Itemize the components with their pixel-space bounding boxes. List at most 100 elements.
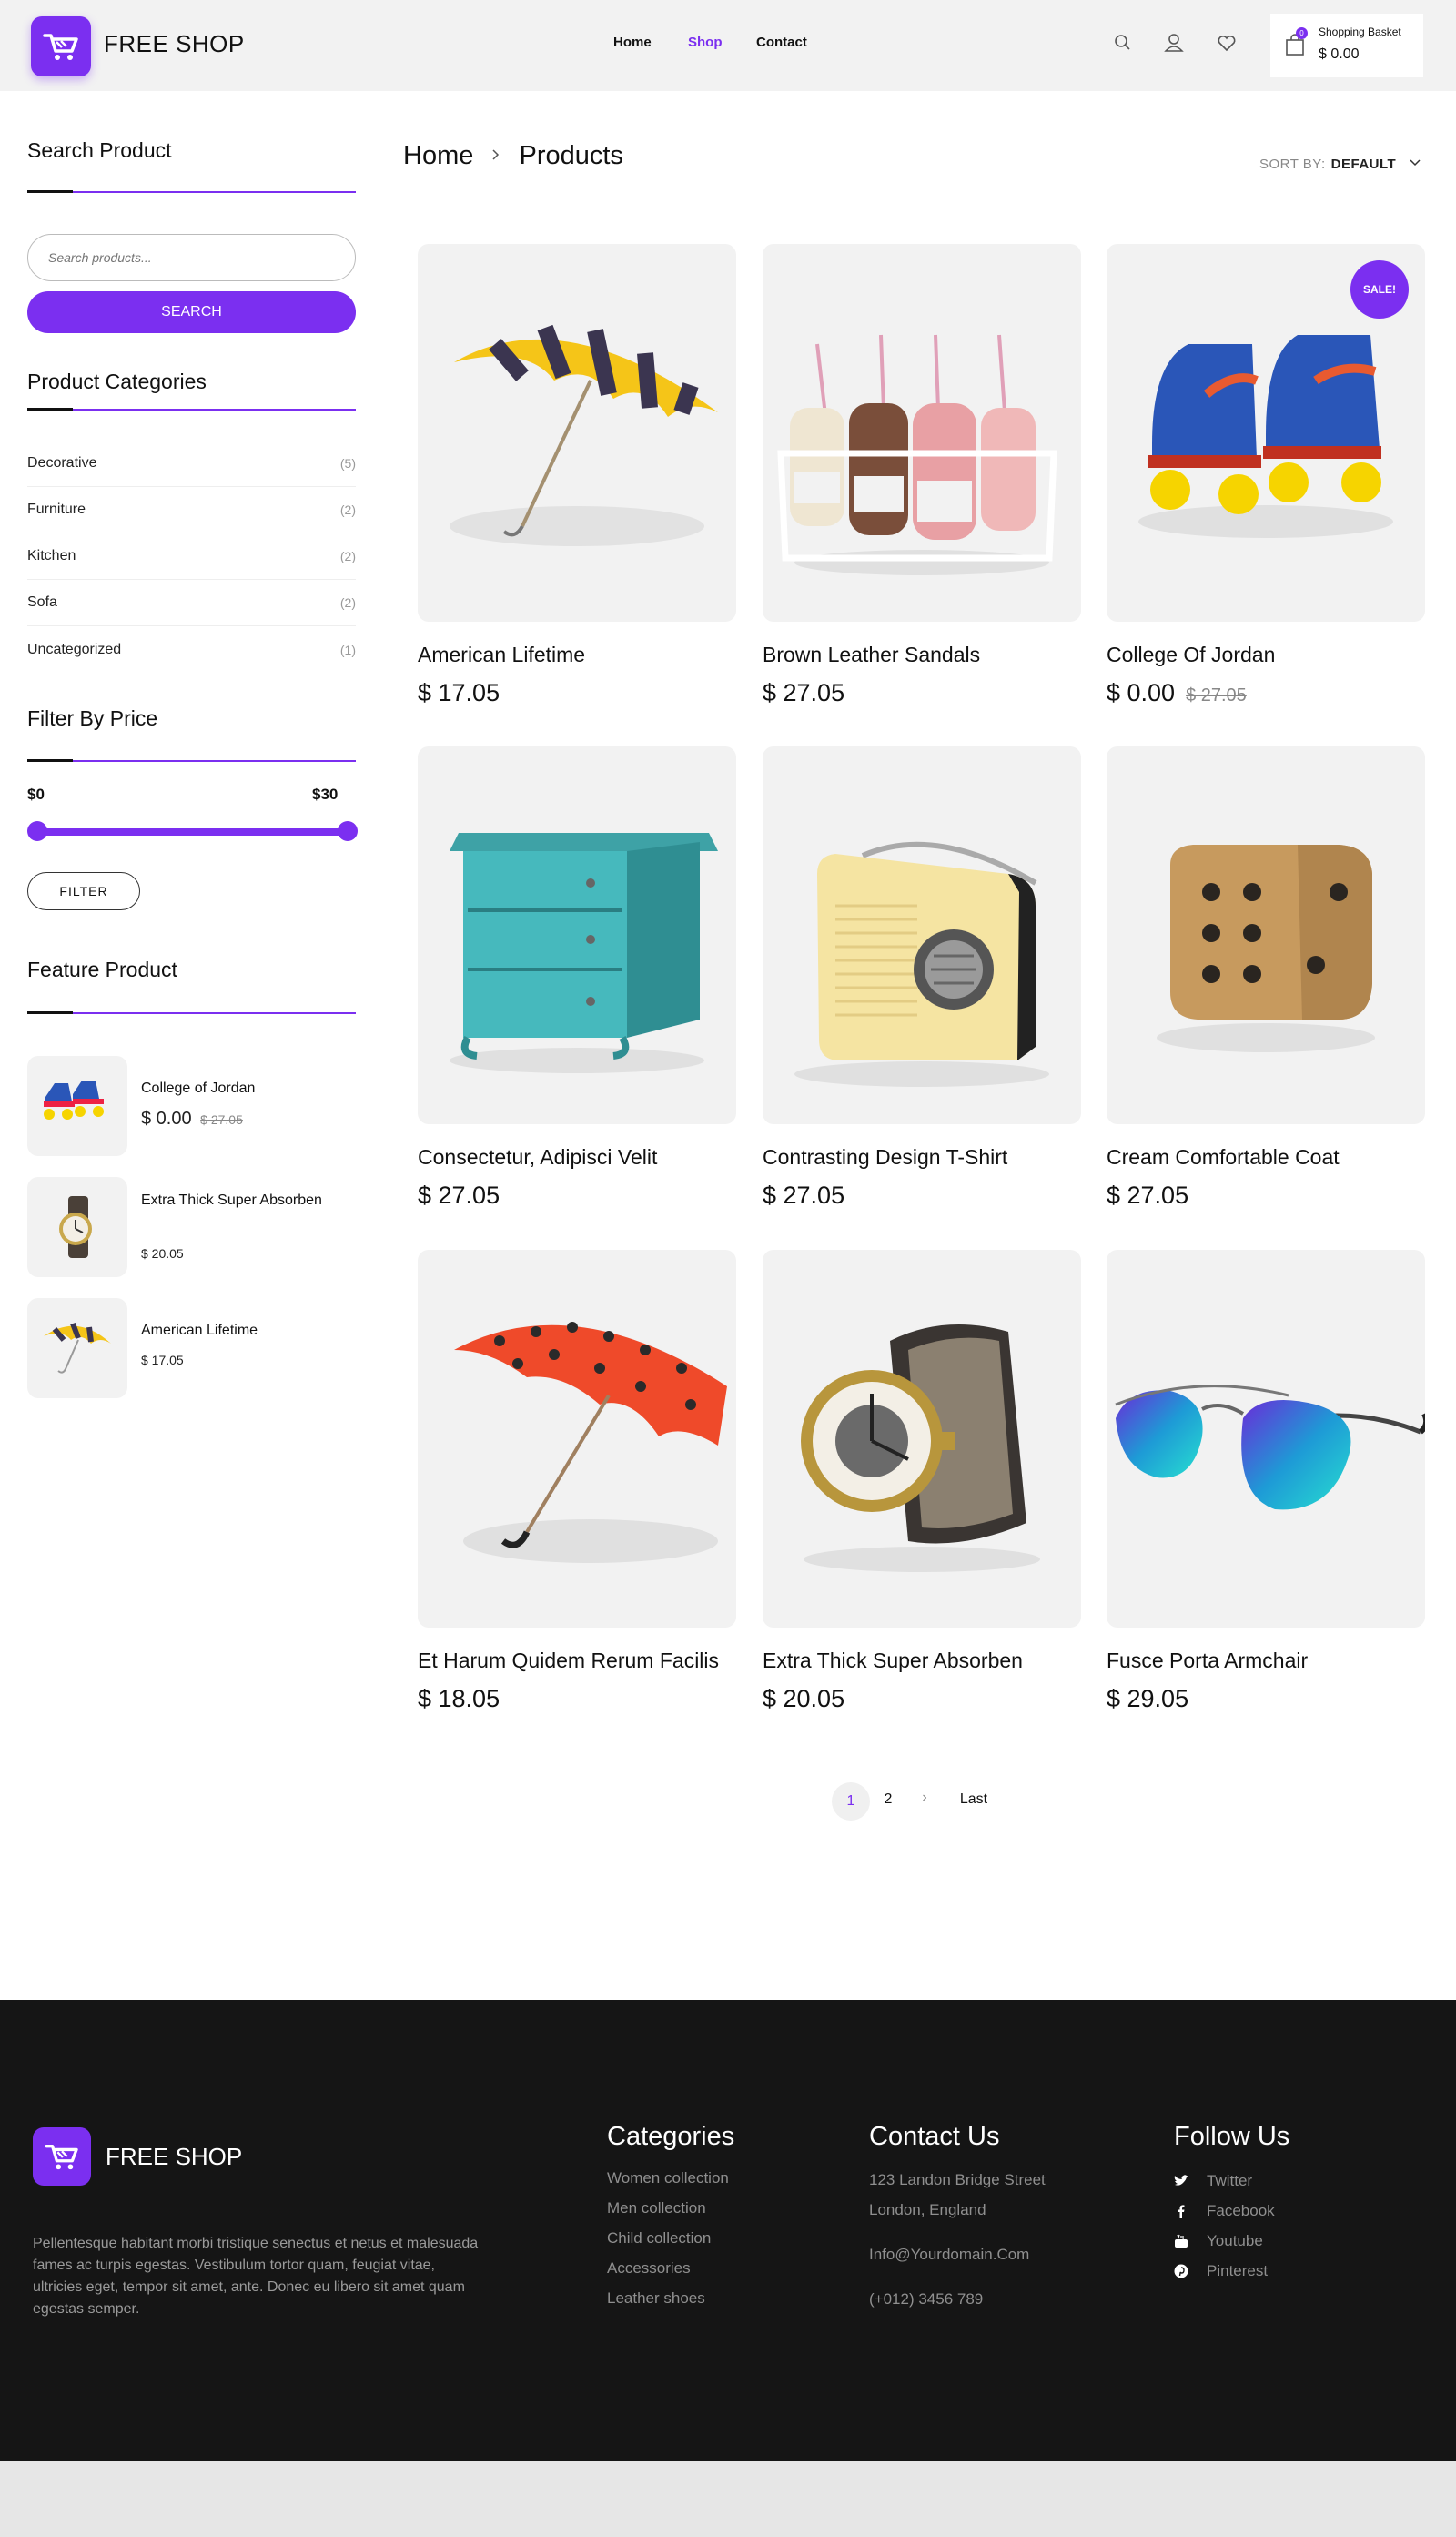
category-item[interactable]: Sofa (2)	[27, 580, 356, 626]
category-item[interactable]: Uncategorized (1)	[27, 626, 356, 673]
roller-skates-image	[44, 1081, 104, 1120]
category-name: Sofa	[27, 594, 57, 610]
umbrella-image	[44, 1322, 111, 1374]
featured-name[interactable]: American Lifetime	[141, 1318, 323, 1343]
filter-button[interactable]: FILTER	[27, 872, 140, 910]
breadcrumb: Home Products	[403, 141, 623, 171]
social-label: Facebook	[1207, 2201, 1275, 2219]
category-name: Kitchen	[27, 548, 76, 563]
footer-category-link[interactable]: Women collection	[607, 2169, 729, 2199]
featured-thumbnail[interactable]	[27, 1298, 127, 1398]
product-image[interactable]	[1107, 746, 1425, 1124]
price-slider-max-handle[interactable]	[338, 821, 358, 841]
product-name[interactable]: Cream Comfortable Coat	[1107, 1145, 1340, 1170]
social-label: Pinterest	[1207, 2261, 1269, 2279]
category-list: Decorative (5) Furniture (2) Kitchen (2) So…	[27, 441, 356, 673]
featured-name[interactable]: College of Jordan	[141, 1076, 323, 1101]
footer-category-link[interactable]: Men collection	[607, 2199, 729, 2229]
category-item[interactable]: Furniture (2)	[27, 487, 356, 533]
wrist-watch-image	[801, 1324, 1040, 1572]
product-price: $ 27.05	[418, 1182, 500, 1209]
breadcrumb-current: Products	[519, 141, 623, 170]
featured-name[interactable]: Extra Thick Super Absorben	[141, 1188, 323, 1213]
product-image[interactable]: SALE!	[1107, 244, 1425, 622]
category-name: Furniture	[27, 502, 86, 517]
shopping-basket[interactable]: 0 Shopping Basket $ 0.00	[1270, 14, 1423, 77]
footer-phone[interactable]: (+012) 3456 789	[869, 2288, 1046, 2319]
product-name[interactable]: Consectetur, Adipisci Velit	[418, 1145, 657, 1170]
featured-thumbnail[interactable]	[27, 1056, 127, 1156]
footer-logo[interactable]	[33, 2127, 91, 2186]
footer-category-link[interactable]: Leather shoes	[607, 2289, 729, 2319]
product-image[interactable]	[1107, 1250, 1425, 1628]
product-image[interactable]	[763, 746, 1081, 1124]
featured-item[interactable]: American Lifetime $ 17.05	[27, 1298, 356, 1398]
product-image[interactable]	[418, 1250, 736, 1628]
next-page-button[interactable]: ›	[915, 1790, 934, 1806]
product-image[interactable]	[418, 244, 736, 622]
footer-category-link[interactable]: Child collection	[607, 2229, 729, 2259]
last-page-button[interactable]: Last	[956, 1791, 992, 1808]
footer-email[interactable]: Info@Yourdomain.Com	[869, 2244, 1046, 2274]
nav-home[interactable]: Home	[613, 35, 652, 50]
price-filter-title: Filter By Price	[27, 706, 158, 730]
page-1-button[interactable]: 1	[832, 1782, 870, 1821]
nav-contact[interactable]: Contact	[756, 35, 807, 50]
chevron-down-icon	[1410, 159, 1421, 167]
footer-logo-text[interactable]: FREE SHOP	[106, 2143, 242, 2171]
category-item[interactable]: Decorative (5)	[27, 441, 356, 487]
social-label: Youtube	[1207, 2231, 1263, 2249]
product-price: $ 17.05	[418, 679, 500, 706]
sale-badge: SALE!	[1350, 260, 1409, 319]
site-footer: FREE SHOP Pellentesque habitant morbi tr…	[0, 2000, 1456, 2461]
price-min-label: $0	[27, 786, 45, 803]
aviator-sunglasses-image	[1115, 1385, 1425, 1510]
page-2-button[interactable]: 2	[879, 1791, 897, 1808]
youtube-icon	[1175, 2234, 1188, 2248]
social-label: Twitter	[1207, 2171, 1253, 2189]
social-youtube[interactable]: Youtube	[1174, 2226, 1275, 2256]
product-image[interactable]	[763, 244, 1081, 622]
product-name[interactable]: College Of Jordan	[1107, 643, 1275, 667]
product-name[interactable]: American Lifetime	[418, 643, 585, 667]
product-name[interactable]: Contrasting Design T-Shirt	[763, 1145, 1007, 1170]
product-image[interactable]	[763, 1250, 1081, 1628]
featured-item[interactable]: Extra Thick Super Absorben $ 20.05	[27, 1177, 356, 1277]
social-pinterest[interactable]: Pinterest	[1174, 2256, 1275, 2286]
milk-bottles-crate-image	[777, 334, 1057, 575]
search-input[interactable]	[27, 234, 356, 281]
product-image[interactable]	[418, 746, 736, 1124]
footer-description: Pellentesque habitant morbi tristique se…	[33, 2236, 479, 2317]
product-name[interactable]: Et Harum Quidem Rerum Facilis	[418, 1649, 719, 1673]
yellow-striped-umbrella-image	[450, 324, 718, 546]
footer-categories-title: Categories	[607, 2122, 735, 2151]
price-slider-min-handle[interactable]	[27, 821, 47, 841]
divider	[27, 1011, 356, 1014]
product-name[interactable]: Extra Thick Super Absorben	[763, 1649, 1023, 1673]
product-old-price: $ 27.05	[1186, 685, 1247, 705]
logo-text[interactable]: FREE SHOP	[104, 30, 245, 58]
user-icon[interactable]	[1162, 31, 1186, 55]
category-item[interactable]: Kitchen (2)	[27, 533, 356, 580]
social-facebook[interactable]: Facebook	[1174, 2196, 1275, 2226]
watch-image	[59, 1196, 92, 1258]
category-count: (2)	[339, 502, 356, 517]
sort-by-dropdown[interactable]: SORT BY: DEFAULT	[1259, 157, 1424, 172]
product-price: $ 0.00 $ 27.05	[1107, 679, 1247, 707]
footer-contact-title: Contact Us	[869, 2122, 1000, 2151]
shop-logo[interactable]	[31, 16, 91, 76]
featured-thumbnail[interactable]	[27, 1177, 127, 1277]
sort-value: DEFAULT	[1330, 157, 1397, 172]
product-name[interactable]: Fusce Porta Armchair	[1107, 1649, 1308, 1673]
price-slider-track[interactable]	[35, 828, 349, 836]
search-button[interactable]: SEARCH	[27, 291, 356, 333]
footer-category-link[interactable]: Accessories	[607, 2259, 729, 2289]
search-icon[interactable]	[1111, 31, 1135, 55]
product-name[interactable]: Brown Leather Sandals	[763, 643, 980, 667]
social-twitter[interactable]: Twitter	[1174, 2166, 1275, 2196]
nav-shop[interactable]: Shop	[688, 35, 723, 50]
featured-item[interactable]: College of Jordan $ 0.00 $ 27.05	[27, 1056, 356, 1156]
heart-icon[interactable]	[1215, 31, 1239, 55]
breadcrumb-home[interactable]: Home	[403, 141, 473, 171]
category-name: Decorative	[27, 455, 97, 471]
